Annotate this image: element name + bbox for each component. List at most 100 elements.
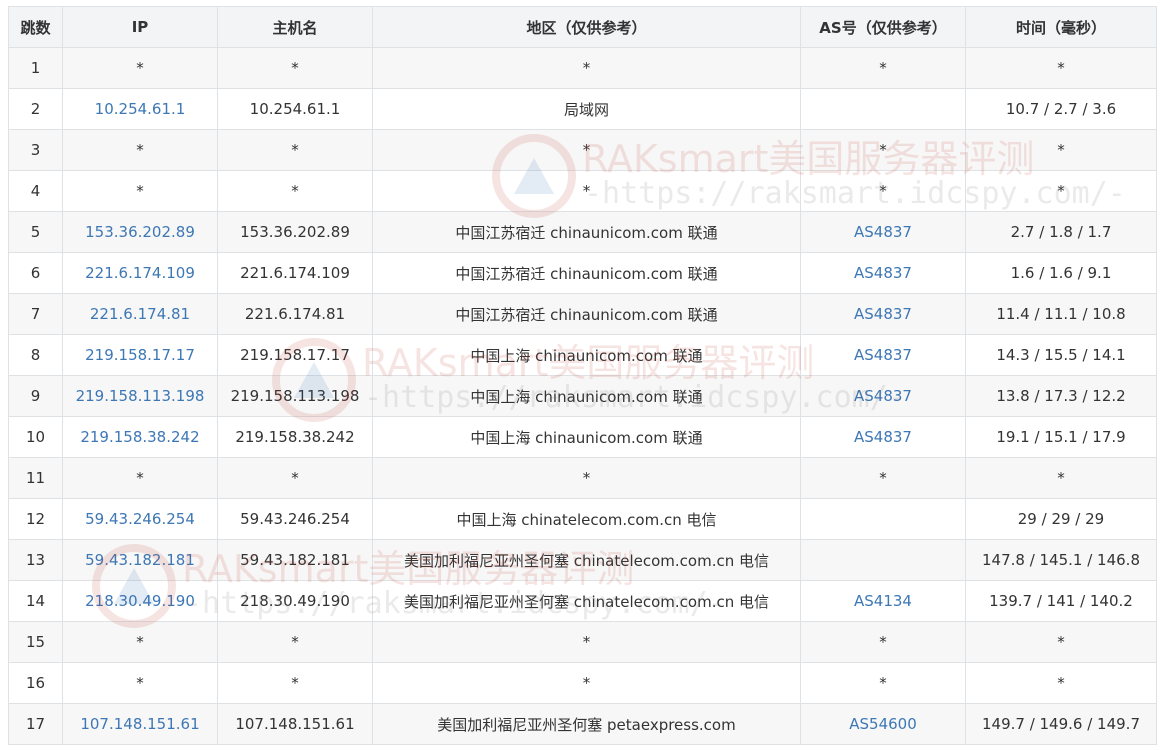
cell-ip: 153.36.202.89 — [62, 211, 218, 253]
cell-region: 中国上海 chinaunicom.com 联通 — [372, 416, 801, 458]
table-row: 3 * * * * * — [8, 129, 1157, 171]
cell-hop: 8 — [8, 334, 63, 376]
ip-link[interactable]: 153.36.202.89 — [85, 223, 195, 241]
ip-link[interactable]: 219.158.17.17 — [85, 346, 195, 364]
ip-link[interactable]: 219.158.38.242 — [80, 428, 199, 446]
cell-ip: 59.43.246.254 — [62, 498, 218, 540]
cell-region: 美国加利福尼亚州圣何塞 chinatelecom.com.cn 电信 — [372, 580, 801, 622]
ip-link[interactable]: 221.6.174.109 — [85, 264, 195, 282]
cell-as: * — [800, 621, 966, 663]
cell-region: * — [372, 621, 801, 663]
as-link[interactable]: AS54600 — [849, 715, 917, 733]
header-hop: 跳数 — [8, 6, 63, 48]
table-row: 14 218.30.49.190 218.30.49.190 美国加利福尼亚州圣何塞 … — [8, 580, 1157, 622]
cell-hostname: 10.254.61.1 — [217, 88, 373, 130]
cell-region: 美国加利福尼亚州圣何塞 petaexpress.com — [372, 703, 801, 745]
as-link[interactable]: AS4837 — [854, 428, 912, 446]
cell-region: * — [372, 129, 801, 171]
cell-region: * — [372, 662, 801, 704]
ip-link[interactable]: 107.148.151.61 — [80, 715, 199, 733]
table-row: 8 219.158.17.17 219.158.17.17 中国上海 chinauni… — [8, 334, 1157, 376]
traceroute-table: 跳数 IP 主机名 地区（仅供参考） AS号（仅供参考） 时间（毫秒） 1 * * *… — [8, 6, 1157, 745]
cell-time: 139.7 / 141 / 140.2 — [965, 580, 1157, 622]
cell-ip: 107.148.151.61 — [62, 703, 218, 745]
cell-as: AS54600 — [800, 703, 966, 745]
cell-time: * — [965, 170, 1157, 212]
ip-link[interactable]: 59.43.246.254 — [85, 510, 195, 528]
table-row: 16 * * * * * — [8, 662, 1157, 704]
ip-link[interactable]: 218.30.49.190 — [85, 592, 195, 610]
cell-ip: * — [62, 129, 218, 171]
cell-hostname: * — [217, 170, 373, 212]
header-ip: IP — [62, 6, 218, 48]
cell-region: 中国江苏宿迁 chinaunicom.com 联通 — [372, 211, 801, 253]
table-row: 4 * * * * * — [8, 170, 1157, 212]
cell-hop: 15 — [8, 621, 63, 663]
cell-time: 29 / 29 / 29 — [965, 498, 1157, 540]
cell-hop: 7 — [8, 293, 63, 335]
table-row: 12 59.43.246.254 59.43.246.254 中国上海 chinate… — [8, 498, 1157, 540]
cell-as: * — [800, 47, 966, 89]
ip-link[interactable]: 59.43.182.181 — [85, 551, 195, 569]
cell-time: 147.8 / 145.1 / 146.8 — [965, 539, 1157, 581]
cell-as: * — [800, 662, 966, 704]
cell-ip: 219.158.38.242 — [62, 416, 218, 458]
cell-region: 中国江苏宿迁 chinaunicom.com 联通 — [372, 293, 801, 335]
as-link[interactable]: AS4837 — [854, 346, 912, 364]
ip-link[interactable]: 219.158.113.198 — [76, 387, 205, 405]
cell-region: * — [372, 47, 801, 89]
cell-region: 局域网 — [372, 88, 801, 130]
cell-hostname: 221.6.174.109 — [217, 252, 373, 294]
cell-hostname: 59.43.182.181 — [217, 539, 373, 581]
cell-time: 13.8 / 17.3 / 12.2 — [965, 375, 1157, 417]
cell-time: 149.7 / 149.6 / 149.7 — [965, 703, 1157, 745]
table-row: 2 10.254.61.1 10.254.61.1 局域网 10.7 / 2.7 / 3… — [8, 88, 1157, 130]
as-link[interactable]: AS4837 — [854, 387, 912, 405]
header-region: 地区（仅供参考） — [372, 6, 801, 48]
cell-as: * — [800, 129, 966, 171]
table-row: 6 221.6.174.109 221.6.174.109 中国江苏宿迁 chinau… — [8, 252, 1157, 294]
cell-time: 11.4 / 11.1 / 10.8 — [965, 293, 1157, 335]
cell-time: * — [965, 662, 1157, 704]
cell-time: 2.7 / 1.8 / 1.7 — [965, 211, 1157, 253]
cell-as — [800, 88, 966, 130]
ip-link[interactable]: 221.6.174.81 — [90, 305, 190, 323]
cell-region: * — [372, 170, 801, 212]
as-link[interactable]: AS4837 — [854, 223, 912, 241]
cell-as: AS4837 — [800, 416, 966, 458]
traceroute-page: 跳数 IP 主机名 地区（仅供参考） AS号（仅供参考） 时间（毫秒） 1 * * *… — [0, 0, 1163, 750]
table-row: 13 59.43.182.181 59.43.182.181 美国加利福尼亚州圣何塞 … — [8, 539, 1157, 581]
cell-ip: 218.30.49.190 — [62, 580, 218, 622]
cell-hop: 6 — [8, 252, 63, 294]
cell-as: AS4837 — [800, 211, 966, 253]
as-link[interactable]: AS4134 — [854, 592, 912, 610]
cell-time: * — [965, 621, 1157, 663]
cell-hop: 13 — [8, 539, 63, 581]
cell-hop: 12 — [8, 498, 63, 540]
cell-ip: * — [62, 457, 218, 499]
cell-hostname: 219.158.17.17 — [217, 334, 373, 376]
table-row: 5 153.36.202.89 153.36.202.89 中国江苏宿迁 chinau… — [8, 211, 1157, 253]
table-row: 11 * * * * * — [8, 457, 1157, 499]
table-row: 9 219.158.113.198 219.158.113.198 中国上海 chin… — [8, 375, 1157, 417]
cell-ip: 10.254.61.1 — [62, 88, 218, 130]
cell-hop: 10 — [8, 416, 63, 458]
cell-ip: 219.158.113.198 — [62, 375, 218, 417]
cell-hostname: 153.36.202.89 — [217, 211, 373, 253]
header-time: 时间（毫秒） — [965, 6, 1157, 48]
cell-as: * — [800, 170, 966, 212]
cell-as: * — [800, 457, 966, 499]
cell-time: * — [965, 457, 1157, 499]
cell-hop: 3 — [8, 129, 63, 171]
cell-ip: * — [62, 621, 218, 663]
cell-hostname: 221.6.174.81 — [217, 293, 373, 335]
cell-time: * — [965, 47, 1157, 89]
cell-as: AS4134 — [800, 580, 966, 622]
header-as: AS号（仅供参考） — [800, 6, 966, 48]
ip-link[interactable]: 10.254.61.1 — [95, 100, 186, 118]
cell-as: AS4837 — [800, 334, 966, 376]
cell-hostname: 219.158.113.198 — [217, 375, 373, 417]
as-link[interactable]: AS4837 — [854, 264, 912, 282]
cell-ip: 219.158.17.17 — [62, 334, 218, 376]
as-link[interactable]: AS4837 — [854, 305, 912, 323]
